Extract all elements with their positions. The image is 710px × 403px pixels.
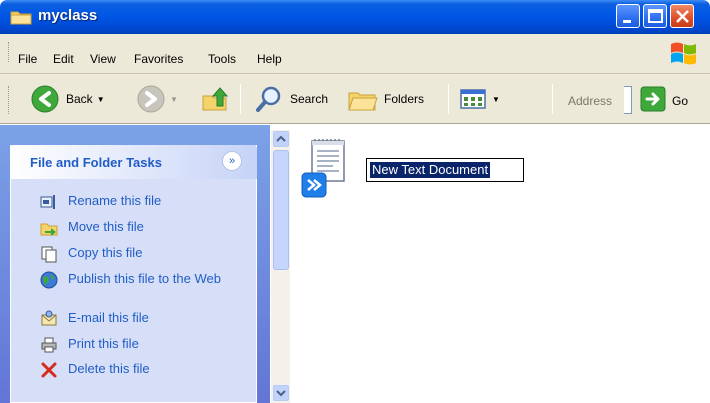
maximize-icon [648, 9, 663, 23]
search-button[interactable]: Search [254, 84, 328, 114]
forward-dropdown-icon[interactable]: ▼ [170, 95, 178, 104]
forward-arrow-icon [137, 85, 165, 113]
toolbar-separator [240, 84, 241, 114]
minimize-icon [623, 20, 631, 23]
task-publish-web[interactable]: Publish this file to the Web [40, 271, 228, 289]
task-delete-file[interactable]: Delete this file [40, 361, 228, 379]
print-icon [41, 337, 57, 353]
minimize-button[interactable] [616, 4, 640, 28]
task-label[interactable]: Delete this file [68, 361, 228, 376]
up-folder-button[interactable] [200, 84, 230, 114]
address-label: Address [568, 94, 613, 108]
scrollbar-thumb[interactable] [273, 150, 289, 270]
back-label: Back [66, 92, 93, 106]
scroll-down-button[interactable] [273, 385, 289, 401]
views-icon [460, 89, 486, 109]
views-dropdown-icon[interactable]: ▼ [492, 95, 500, 104]
menu-grip[interactable] [8, 42, 11, 62]
folders-button[interactable]: Folders [346, 84, 424, 114]
menu-file[interactable]: File [18, 52, 37, 66]
task-copy-file[interactable]: Copy this file [40, 245, 228, 263]
filename-selection[interactable]: New Text Document [370, 162, 491, 178]
task-label[interactable]: Print this file [68, 336, 228, 351]
collapse-chevron-icon[interactable]: » [222, 151, 242, 171]
back-arrow-icon [31, 85, 59, 113]
chevron-down-icon [276, 390, 286, 397]
views-button[interactable]: ▼ [458, 84, 500, 114]
go-label[interactable]: Go [672, 94, 688, 108]
task-label[interactable]: Rename this file [68, 193, 228, 208]
task-print-file[interactable]: Print this file [40, 336, 228, 354]
menu-help[interactable]: Help [257, 52, 282, 66]
delete-icon [41, 362, 57, 378]
search-label: Search [290, 92, 329, 106]
close-button[interactable] [670, 4, 694, 28]
window-title: myclass [38, 7, 98, 24]
text-document-icon[interactable] [300, 137, 352, 199]
folders-icon [348, 92, 378, 111]
task-panel-title[interactable]: File and Folder Tasks [30, 155, 162, 170]
toolbar-separator [552, 84, 553, 114]
back-button[interactable]: Back ▼ [30, 84, 105, 114]
task-label[interactable]: Copy this file [68, 245, 228, 260]
maximize-button[interactable] [643, 4, 667, 28]
publish-web-icon [40, 271, 58, 289]
move-icon [40, 223, 58, 236]
toolbar-grip[interactable] [8, 86, 11, 114]
go-arrow-icon [640, 86, 666, 112]
rename-icon [40, 195, 55, 209]
search-icon [256, 86, 281, 112]
windows-logo-icon [671, 42, 696, 65]
task-label[interactable]: E-mail this file [68, 310, 228, 325]
chevron-up-icon [276, 135, 286, 142]
back-dropdown-icon[interactable]: ▼ [97, 95, 105, 104]
menu-tools[interactable]: Tools [208, 52, 236, 66]
folders-label: Folders [384, 92, 425, 106]
close-icon [676, 10, 689, 23]
email-icon [41, 310, 57, 326]
toolbar-separator [448, 84, 449, 114]
menu-edit[interactable]: Edit [53, 52, 74, 66]
title-bar[interactable] [0, 0, 710, 34]
forward-button[interactable]: ▼ [136, 84, 178, 114]
task-email-file[interactable]: E-mail this file [40, 310, 228, 328]
menu-favorites[interactable]: Favorites [134, 52, 183, 66]
menu-view[interactable]: View [90, 52, 116, 66]
folder-icon [10, 11, 32, 25]
up-folder-icon [202, 87, 229, 111]
task-move-file[interactable]: Move this file [40, 219, 228, 237]
address-input[interactable] [624, 86, 632, 114]
task-label[interactable]: Move this file [68, 219, 228, 234]
go-button[interactable] [640, 84, 666, 114]
task-rename-file[interactable]: Rename this file [40, 193, 228, 211]
task-label[interactable]: Publish this file to the Web [68, 271, 228, 286]
copy-icon [41, 246, 57, 263]
scroll-up-button[interactable] [273, 131, 289, 147]
